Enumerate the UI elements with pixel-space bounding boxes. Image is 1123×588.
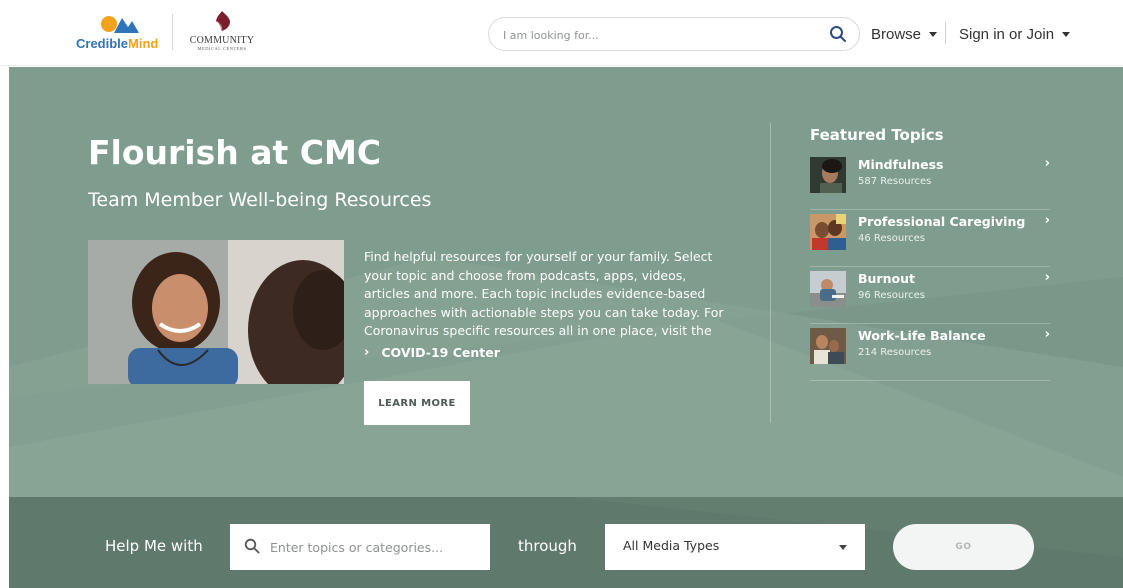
filter-bar: Help Me with through All Media Types GO xyxy=(9,497,1123,588)
topic-thumbnail xyxy=(810,271,846,307)
search-icon xyxy=(244,538,260,554)
search-icon[interactable] xyxy=(829,25,847,43)
hero-photo-nurse xyxy=(88,240,344,384)
crediblemind-wordmark: CredibleMind xyxy=(76,36,159,51)
chevron-right-icon: › xyxy=(1044,327,1050,342)
topic-burnout[interactable]: Burnout 96 Resources › xyxy=(810,267,1050,324)
go-button[interactable]: GO xyxy=(893,524,1034,570)
crediblemind-logo-mark-icon xyxy=(101,16,139,33)
community-medical-centers-logo[interactable]: COMMUNITY MEDICAL CENTERS xyxy=(182,10,262,54)
sign-in-label: Sign in or Join xyxy=(959,25,1055,43)
topic-name: Burnout xyxy=(858,271,915,286)
site-search-input[interactable] xyxy=(503,25,803,45)
nav-separator xyxy=(945,22,946,44)
topic-thumbnail xyxy=(810,214,846,250)
cmc-logo-name: COMMUNITY xyxy=(189,35,255,46)
sign-in-menu[interactable]: Sign in or Join xyxy=(959,23,1071,45)
hero-divider xyxy=(770,123,771,423)
hero-title: Flourish at CMC xyxy=(88,133,382,172)
topic-professional-caregiving[interactable]: Professional Caregiving 46 Resources › xyxy=(810,210,1050,267)
topic-name: Mindfulness xyxy=(858,157,944,172)
browse-menu[interactable]: Browse xyxy=(871,23,938,45)
topic-count: 96 Resources xyxy=(858,290,925,301)
site-search xyxy=(488,17,860,51)
topic-search-input[interactable] xyxy=(270,537,480,557)
media-type-value: All Media Types xyxy=(623,538,720,553)
topic-thumbnail xyxy=(810,328,846,364)
chevron-right-icon: › xyxy=(364,345,370,360)
site-header: CredibleMind COMMUNITY MEDICAL CENTERS B… xyxy=(0,0,1123,66)
featured-topics-heading: Featured Topics xyxy=(810,126,944,144)
logo-divider xyxy=(172,14,173,50)
chevron-down-icon xyxy=(929,31,938,37)
topic-divider xyxy=(810,380,1050,381)
cmc-leaf-icon xyxy=(215,11,230,32)
chevron-right-icon: › xyxy=(1044,270,1050,285)
topic-work-life-balance[interactable]: Work-Life Balance 214 Resources › xyxy=(810,324,1050,381)
cmc-logo-subtitle: MEDICAL CENTERS xyxy=(197,46,247,51)
topic-name: Work-Life Balance xyxy=(858,328,986,343)
hero-section: Flourish at CMC Team Member Well-being R… xyxy=(9,67,1123,497)
topic-count: 587 Resources xyxy=(858,176,932,187)
covid-center-link[interactable]: › COVID-19 Center xyxy=(364,345,500,360)
topic-search xyxy=(230,524,490,570)
hero-description: Find helpful resources for yourself or y… xyxy=(364,249,724,338)
topic-count: 214 Resources xyxy=(858,347,932,358)
chevron-right-icon: › xyxy=(1044,156,1050,171)
hero-subtitle: Team Member Well-being Resources xyxy=(88,189,432,211)
topic-count: 46 Resources xyxy=(858,233,925,244)
topic-thumbnail xyxy=(810,157,846,193)
through-label: through xyxy=(518,537,577,555)
chevron-right-icon: › xyxy=(1044,213,1050,228)
topic-mindfulness[interactable]: Mindfulness 587 Resources › xyxy=(810,153,1050,210)
topic-name: Professional Caregiving xyxy=(858,214,1026,229)
media-type-select[interactable]: All Media Types xyxy=(605,524,865,570)
browse-label: Browse xyxy=(871,25,922,43)
chevron-down-icon xyxy=(1062,31,1071,37)
crediblemind-logo[interactable]: CredibleMind xyxy=(76,12,166,52)
learn-more-button[interactable]: LEARN MORE xyxy=(364,381,470,425)
help-me-with-label: Help Me with xyxy=(105,537,203,555)
covid-center-label: COVID-19 Center xyxy=(381,345,500,360)
chevron-down-icon xyxy=(839,545,847,550)
